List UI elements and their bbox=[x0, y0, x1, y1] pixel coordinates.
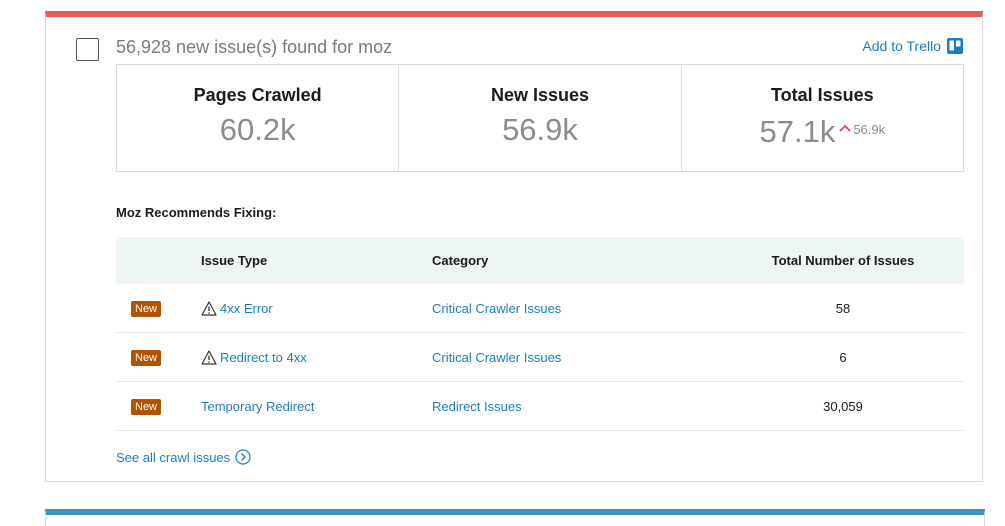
stat-new-issues: New Issues 56.9k bbox=[399, 65, 682, 171]
header-badge bbox=[116, 237, 201, 284]
issue-type-link[interactable]: Temporary Redirect bbox=[201, 399, 314, 414]
total-cell: 6 bbox=[722, 332, 964, 382]
issue-type-cell: Temporary Redirect bbox=[201, 381, 432, 431]
total-cell: 30,059 bbox=[722, 381, 964, 431]
category-link[interactable]: Critical Crawler Issues bbox=[432, 350, 561, 365]
new-badge: New bbox=[131, 300, 162, 317]
stat-delta: 56.9k bbox=[853, 122, 886, 137]
add-to-trello-link[interactable]: Add to Trello bbox=[862, 38, 963, 54]
issue-type-cell: Redirect to 4xx bbox=[201, 332, 432, 382]
category-link[interactable]: Critical Crawler Issues bbox=[432, 301, 561, 316]
stats-panel: Pages Crawled 60.2k New Issues 56.9k Tot… bbox=[116, 64, 964, 172]
stat-value: 56.9k bbox=[502, 112, 578, 147]
card-title: 56,928 new issue(s) found for moz bbox=[116, 37, 393, 57]
category-cell: Critical Crawler Issues bbox=[432, 332, 722, 382]
header-issue-type: Issue Type bbox=[201, 237, 432, 284]
issues-table: Issue Type Category Total Number of Issu… bbox=[116, 237, 964, 431]
stat-label: New Issues bbox=[490, 85, 590, 105]
select-checkbox[interactable] bbox=[76, 38, 99, 61]
new-badge: New bbox=[131, 398, 162, 415]
badge-cell: New bbox=[116, 332, 201, 382]
stat-value: 57.1k bbox=[759, 114, 836, 149]
section-title: Moz Recommends Fixing: bbox=[116, 205, 277, 220]
issue-type-link[interactable]: Redirect to 4xx bbox=[201, 350, 307, 365]
total-cell: 58 bbox=[722, 284, 964, 333]
table-header-row: Issue Type Category Total Number of Issu… bbox=[116, 237, 964, 284]
category-cell: Critical Crawler Issues bbox=[432, 284, 722, 333]
trello-icon bbox=[947, 38, 963, 54]
see-all-label: See all crawl issues bbox=[116, 449, 231, 465]
stat-value-row: 57.1k 56.9k bbox=[682, 112, 963, 150]
stat-label: Pages Crawled bbox=[193, 85, 322, 105]
stat-total-issues: Total Issues 57.1k 56.9k bbox=[682, 65, 963, 171]
issue-type-cell: 4xx Error bbox=[201, 284, 432, 333]
issue-type-label: Redirect to 4xx bbox=[220, 349, 307, 365]
table-row: New 4xx Error Critical Crawler Issues 58 bbox=[116, 284, 964, 333]
chevron-right-circle-icon bbox=[235, 449, 251, 465]
see-all-crawl-issues-link[interactable]: See all crawl issues bbox=[116, 449, 251, 465]
new-badge: New bbox=[131, 349, 162, 366]
stat-pages-crawled: Pages Crawled 60.2k bbox=[117, 65, 400, 171]
table-row: New Temporary Redirect Redirect Issues 3… bbox=[116, 381, 964, 431]
warning-icon bbox=[201, 300, 217, 316]
issue-type-label: 4xx Error bbox=[220, 300, 273, 316]
header-category: Category bbox=[432, 237, 722, 284]
issues-card: 56,928 new issue(s) found for moz Add to… bbox=[45, 11, 983, 482]
badge-cell: New bbox=[116, 284, 201, 333]
next-card bbox=[45, 509, 985, 526]
arrow-up-icon bbox=[839, 124, 851, 132]
badge-cell: New bbox=[116, 381, 201, 431]
stat-label: Total Issues bbox=[770, 85, 874, 105]
table-row: New Redirect to 4xx Critical Crawler Iss… bbox=[116, 332, 964, 382]
warning-icon bbox=[201, 349, 217, 365]
add-to-trello-label: Add to Trello bbox=[862, 38, 941, 54]
stat-value: 60.2k bbox=[219, 112, 296, 147]
issue-type-link[interactable]: 4xx Error bbox=[201, 301, 273, 316]
category-cell: Redirect Issues bbox=[432, 381, 722, 431]
header-total: Total Number of Issues bbox=[722, 237, 964, 284]
category-link[interactable]: Redirect Issues bbox=[432, 399, 522, 414]
